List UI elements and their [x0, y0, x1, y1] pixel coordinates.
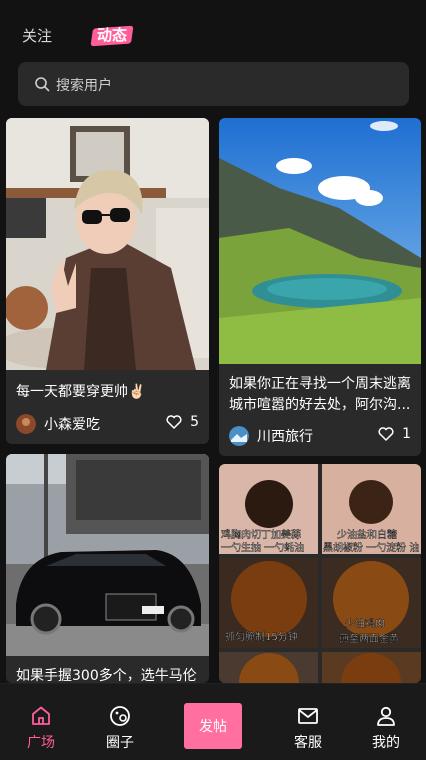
overlay-text: 鸡胸肉切丁加姜蒜	[221, 528, 301, 541]
post-image-cooking-collage: 鸡胸肉切丁加姜蒜 一勺生抽 一勺蚝油 少油盐和白糖 黑胡椒粉 一勺淀粉 油 抓匀…	[219, 464, 421, 683]
user-icon	[377, 706, 395, 726]
avatar	[229, 426, 249, 446]
nav-square[interactable]: 广场	[16, 704, 66, 752]
post-title: 每一天都要穿更帅✌🏻	[16, 384, 146, 400]
mail-icon	[298, 708, 318, 724]
post-author[interactable]: 小森爱吃	[16, 414, 100, 434]
feed-card[interactable]: 每一天都要穿更帅✌🏻 小森爱吃 5	[6, 118, 209, 444]
nav-label: 客服	[294, 735, 322, 751]
circle-icon	[110, 706, 130, 726]
like-button[interactable]: 5	[166, 414, 199, 430]
overlay-text: 一勺生抽 一勺蚝油	[221, 541, 304, 554]
overlay-text: 煎至两面金黄	[339, 632, 399, 645]
overlay-text: 抓匀腌制15分钟	[225, 630, 298, 643]
like-count: 5	[190, 414, 199, 430]
tab-follow[interactable]: 关注	[22, 25, 52, 46]
top-tab-bar: 关注 动态	[0, 0, 426, 62]
heart-icon	[378, 427, 394, 441]
post-button-label: 发帖	[199, 719, 227, 735]
overlay-text: 少油鸡肉	[345, 617, 385, 630]
avatar	[16, 414, 36, 434]
like-count: 1	[402, 426, 411, 442]
post-button[interactable]: 发帖	[184, 703, 242, 749]
search-icon	[35, 77, 50, 92]
nav-service[interactable]: 客服	[283, 704, 333, 752]
feed-card[interactable]: 如果你正在寻找一个周末逃离城市喧嚣的好去处，阿尔沟... 川西旅行 1	[219, 118, 421, 456]
home-icon	[32, 706, 50, 725]
feed-card[interactable]: 鸡胸肉切丁加姜蒜 一勺生抽 一勺蚝油 少油盐和白糖 黑胡椒粉 一勺淀粉 油 抓匀…	[219, 464, 421, 683]
post-title: 如果手握300多个，选牛马伦	[16, 668, 197, 683]
nav-label: 圈子	[106, 735, 134, 751]
overlay-text: 少油盐和白糖	[337, 528, 397, 541]
post-author[interactable]: 川西旅行	[229, 426, 313, 446]
nav-circle[interactable]: 圈子	[95, 704, 145, 752]
bottom-nav: 广场 圈子 发帖 客服 我的	[0, 683, 426, 760]
post-image-portrait	[6, 118, 209, 370]
tab-feed[interactable]: 动态	[90, 24, 134, 47]
overlay-text: 黑胡椒粉 一勺淀粉 油	[323, 541, 419, 554]
nav-label: 广场	[27, 735, 55, 751]
nav-label: 我的	[372, 735, 400, 751]
like-button[interactable]: 1	[378, 426, 411, 442]
search-bar[interactable]: 搜索用户	[18, 62, 409, 106]
author-name: 小森爱吃	[44, 417, 100, 433]
post-image-mountain-lake	[219, 118, 421, 364]
feed-card[interactable]: 如果手握300多个，选牛马伦	[6, 454, 209, 683]
heart-icon	[166, 415, 182, 429]
author-name: 川西旅行	[257, 429, 313, 445]
tab-feed-label: 动态	[97, 26, 128, 44]
nav-me[interactable]: 我的	[361, 704, 411, 752]
search-placeholder: 搜索用户	[56, 78, 112, 94]
post-image-black-car	[6, 454, 209, 656]
post-title: 如果你正在寻找一个周末逃离城市喧嚣的好去处，阿尔沟...	[229, 376, 411, 413]
